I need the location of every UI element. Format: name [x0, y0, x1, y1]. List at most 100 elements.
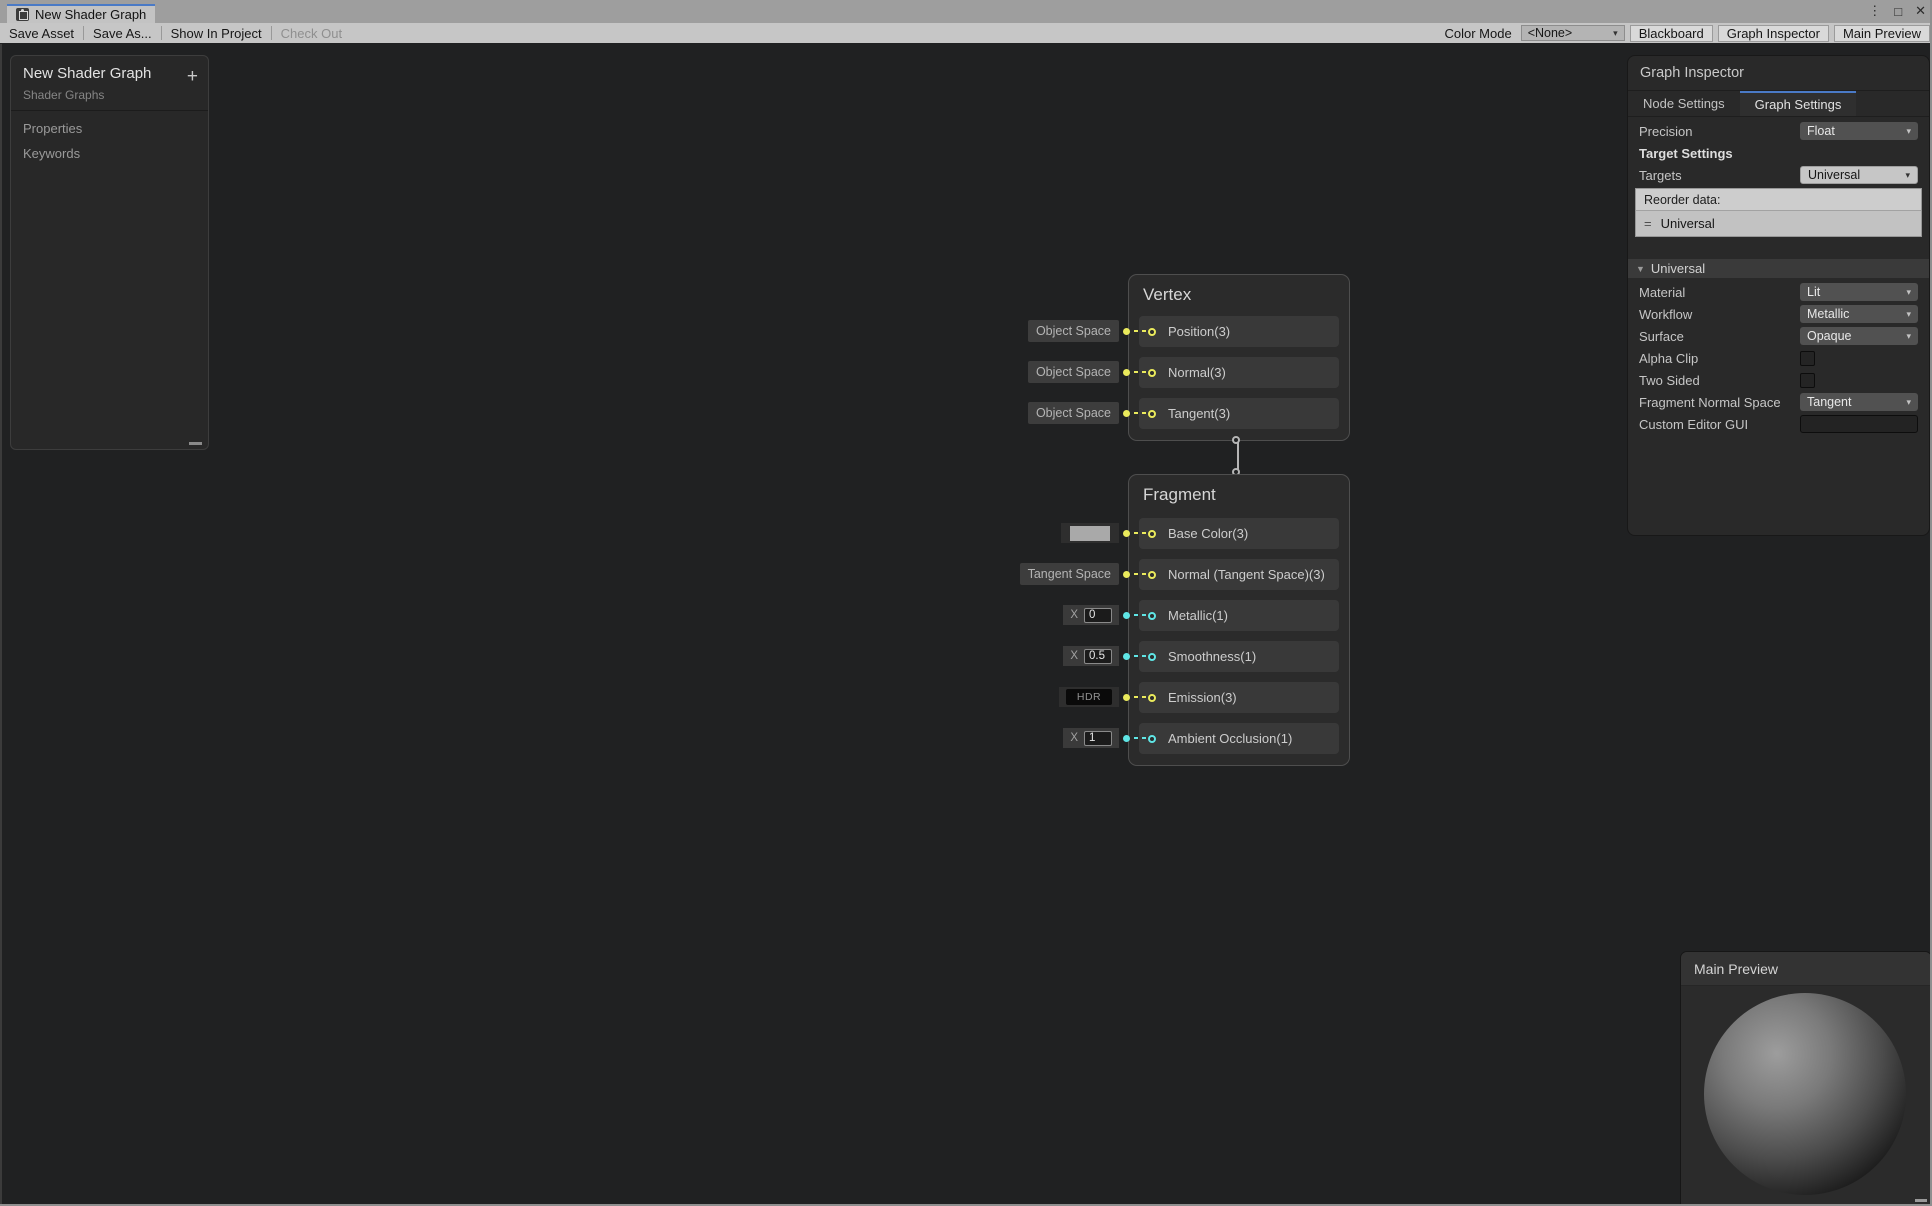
reorder-list-item-universal[interactable]: = Universal: [1636, 211, 1921, 236]
slot-tangent[interactable]: Tangent(3): [1139, 398, 1339, 429]
connector-dot-icon: [1123, 328, 1130, 335]
input-port-icon[interactable]: [1148, 328, 1156, 336]
surface-dropdown[interactable]: Opaque ▾: [1800, 327, 1918, 345]
maximize-icon[interactable]: □: [1894, 4, 1902, 19]
two-sided-checkbox[interactable]: [1800, 373, 1815, 388]
slot-ambient-occlusion[interactable]: Ambient Occlusion(1): [1139, 723, 1339, 754]
blackboard-section-properties[interactable]: Properties: [23, 121, 196, 136]
slot-position[interactable]: Position(3): [1139, 316, 1339, 347]
document-tab-label: New Shader Graph: [35, 7, 146, 22]
space-dropdown[interactable]: Tangent Space: [1020, 563, 1119, 585]
chevron-down-icon: ▾: [1906, 331, 1911, 342]
drag-handle-icon[interactable]: =: [1644, 216, 1652, 231]
blackboard-toggle-button[interactable]: Blackboard: [1630, 25, 1713, 42]
preview-sphere[interactable]: [1704, 993, 1906, 1195]
blackboard-header: New Shader Graph Shader Graphs +: [11, 56, 208, 111]
connector-dash-icon: [1134, 655, 1146, 657]
color-field[interactable]: [1061, 523, 1119, 543]
fragment-normal-space-dropdown[interactable]: Tangent ▾: [1800, 393, 1918, 411]
color-mode-dropdown[interactable]: <None> ▾: [1521, 25, 1625, 41]
custom-editor-gui-input[interactable]: [1800, 415, 1918, 433]
slot-smoothness[interactable]: Smoothness(1): [1139, 641, 1339, 672]
resize-handle[interactable]: [1915, 1199, 1927, 1202]
main-preview-panel[interactable]: Main Preview: [1680, 951, 1932, 1206]
connector-dot-icon: [1123, 612, 1130, 619]
alpha-clip-checkbox[interactable]: [1800, 351, 1815, 366]
slot-metallic[interactable]: Metallic(1): [1139, 600, 1339, 631]
document-tab[interactable]: New Shader Graph: [7, 4, 155, 23]
tab-node-settings[interactable]: Node Settings: [1628, 91, 1740, 116]
slot-normal-tangent-space[interactable]: Normal (Tangent Space)(3): [1139, 559, 1339, 590]
targets-dropdown[interactable]: Universal ▾: [1800, 166, 1918, 184]
close-icon[interactable]: ✕: [1915, 3, 1926, 19]
graph-inspector-toggle-button[interactable]: Graph Inspector: [1718, 25, 1829, 42]
input-port-icon[interactable]: [1148, 410, 1156, 418]
window-menu-icon[interactable]: ⋮: [1868, 3, 1881, 19]
value-input[interactable]: 1: [1084, 731, 1112, 746]
save-as-button[interactable]: Save As...: [84, 23, 161, 43]
window-edge-left: [0, 44, 2, 1204]
title-bar: New Shader Graph ⋮ □ ✕: [0, 0, 1932, 23]
slot-label: Tangent(3): [1168, 406, 1230, 421]
input-port-icon[interactable]: [1148, 369, 1156, 377]
vertex-node[interactable]: Vertex Position(3) Normal(3) Tangent(3): [1128, 274, 1350, 441]
connector-dash-icon: [1134, 696, 1146, 698]
input-port-icon[interactable]: [1148, 530, 1156, 538]
vector1-field[interactable]: X 0.5: [1063, 646, 1119, 666]
graph-inspector-panel[interactable]: Graph Inspector Node Settings Graph Sett…: [1627, 55, 1930, 536]
precision-label: Precision: [1639, 124, 1800, 139]
value-input[interactable]: 0: [1084, 608, 1112, 623]
blackboard-subtitle: Shader Graphs: [23, 88, 196, 102]
chevron-down-icon: ▾: [1906, 126, 1911, 137]
save-asset-button[interactable]: Save Asset: [0, 23, 83, 43]
alpha-clip-label: Alpha Clip: [1639, 351, 1800, 366]
tab-graph-settings[interactable]: Graph Settings: [1740, 91, 1857, 116]
smoothness-value-widget: X 0.5: [1063, 645, 1146, 667]
targets-label: Targets: [1639, 168, 1800, 183]
connector-dot-icon: [1123, 653, 1130, 660]
workflow-label: Workflow: [1639, 307, 1800, 322]
base-color-widget: [1061, 522, 1146, 544]
space-dropdown[interactable]: Object Space: [1028, 361, 1119, 383]
slot-label: Normal (Tangent Space)(3): [1168, 567, 1325, 582]
resize-handle[interactable]: [189, 442, 202, 445]
workflow-value: Metallic: [1807, 307, 1849, 321]
connector-dash-icon: [1134, 371, 1146, 373]
blackboard-panel[interactable]: New Shader Graph Shader Graphs + Propert…: [10, 55, 209, 450]
input-port-icon[interactable]: [1148, 571, 1156, 579]
chevron-down-icon: ▾: [1906, 397, 1911, 408]
chevron-down-icon: ▾: [1613, 28, 1618, 39]
connector-dot-icon: [1123, 369, 1130, 376]
graph-inspector-title: Graph Inspector: [1628, 56, 1929, 91]
material-dropdown[interactable]: Lit ▾: [1800, 283, 1918, 301]
input-port-icon[interactable]: [1148, 653, 1156, 661]
blackboard-section-keywords[interactable]: Keywords: [23, 146, 196, 161]
space-dropdown[interactable]: Object Space: [1028, 402, 1119, 424]
color-swatch: [1070, 526, 1110, 541]
universal-foldout[interactable]: ▼ Universal: [1628, 259, 1929, 278]
input-port-icon[interactable]: [1148, 735, 1156, 743]
slot-normal[interactable]: Normal(3): [1139, 357, 1339, 388]
input-port-icon[interactable]: [1148, 612, 1156, 620]
precision-dropdown[interactable]: Float ▾: [1800, 122, 1918, 140]
fragment-node[interactable]: Fragment Base Color(3) Normal (Tangent S…: [1128, 474, 1350, 766]
connector-dash-icon: [1134, 330, 1146, 332]
add-property-button[interactable]: +: [187, 67, 198, 86]
connector-dot-icon: [1123, 694, 1130, 701]
show-in-project-button[interactable]: Show In Project: [162, 23, 271, 43]
value-input[interactable]: 0.5: [1084, 649, 1112, 664]
edge-endpoint-icon[interactable]: [1232, 436, 1240, 444]
workflow-dropdown[interactable]: Metallic ▾: [1800, 305, 1918, 323]
precision-value: Float: [1807, 124, 1835, 138]
slot-base-color[interactable]: Base Color(3): [1139, 518, 1339, 549]
check-out-button: Check Out: [272, 23, 351, 43]
connector-dot-icon: [1123, 571, 1130, 578]
hdr-color-field[interactable]: HDR: [1059, 687, 1119, 707]
vector1-field[interactable]: X 0: [1063, 605, 1119, 625]
slot-emission[interactable]: Emission(3): [1139, 682, 1339, 713]
main-preview-toggle-button[interactable]: Main Preview: [1834, 25, 1930, 42]
input-port-icon[interactable]: [1148, 694, 1156, 702]
space-dropdown[interactable]: Object Space: [1028, 320, 1119, 342]
fragment-normal-space-label: Fragment Normal Space: [1639, 395, 1800, 410]
vector1-field[interactable]: X 1: [1063, 728, 1119, 748]
